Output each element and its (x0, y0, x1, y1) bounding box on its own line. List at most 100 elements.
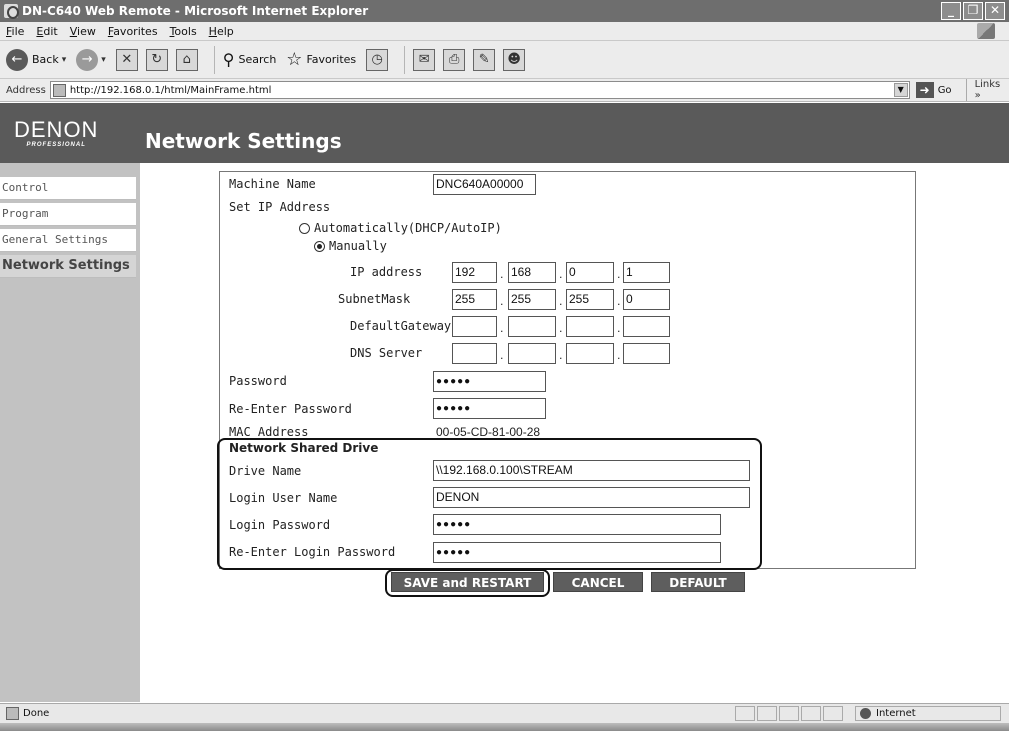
minimize-button[interactable]: _ (941, 2, 961, 20)
toolbar-separator (213, 45, 215, 74)
dns-octet-2[interactable] (508, 343, 556, 364)
default-button[interactable]: DEFAULT (651, 572, 745, 592)
go-arrow-icon: ➜ (915, 82, 934, 98)
dns-octet-1[interactable] (452, 343, 497, 364)
logo-subtext: PROFESSIONAL (26, 142, 86, 148)
ip-octet-2[interactable]: 168 (508, 262, 556, 283)
close-button[interactable]: ✕ (985, 2, 1005, 20)
manual-label: Manually (329, 239, 387, 253)
search-button[interactable]: ⚲ Search (223, 46, 277, 74)
gateway-octet-3[interactable] (566, 316, 614, 337)
set-ip-label: Set IP Address (229, 200, 331, 214)
go-button[interactable]: ➜ Go (915, 82, 952, 98)
status-cell (757, 706, 777, 721)
menu-view[interactable]: View (70, 25, 96, 38)
globe-icon (860, 708, 871, 719)
back-button[interactable]: ← Back ▾ (6, 46, 66, 74)
favorites-button[interactable]: ☆ Favorites (286, 46, 356, 74)
reenter-login-password-label: Re-Enter Login Password (229, 545, 396, 559)
back-arrow-icon: ← (6, 48, 28, 71)
dns-server-label: DNS Server (350, 346, 423, 360)
reenter-login-password-input[interactable]: ●●●●● (433, 542, 721, 563)
status-cell (735, 706, 755, 721)
status-cell (823, 706, 843, 721)
gateway-octet-2[interactable] (508, 316, 556, 337)
home-icon[interactable]: ⌂ (175, 48, 198, 71)
login-user-label: Login User Name (229, 491, 338, 505)
login-password-label: Login Password (229, 518, 331, 532)
dhcp-radio[interactable] (299, 223, 310, 234)
toolbar: ← Back ▾ → ▾ ✕ ↻ ⌂ ⚲ Search ☆ Favorites … (0, 41, 1009, 79)
ie-icon (4, 4, 19, 19)
windows-logo-icon (977, 23, 995, 39)
page-header: DENON PROFESSIONAL Network Settings (0, 103, 1009, 163)
star-icon: ☆ (286, 49, 303, 70)
status-text: Done (23, 708, 50, 719)
ip-octet-1[interactable]: 192 (452, 262, 497, 283)
login-user-input[interactable]: DENON (433, 487, 750, 508)
subnet-octet-4[interactable]: 0 (623, 289, 670, 310)
subnet-mask-label: SubnetMask (338, 292, 411, 306)
chevron-down-icon: ▾ (61, 54, 67, 65)
search-icon: ⚲ (222, 50, 235, 69)
back-label: Back (32, 53, 59, 66)
drive-name-label: Drive Name (229, 464, 302, 478)
gateway-octet-1[interactable] (452, 316, 497, 337)
history-icon[interactable]: ◷ (366, 48, 389, 71)
status-cells (735, 706, 845, 721)
sidebar: Control Program General Settings Network… (0, 163, 140, 702)
denon-logo: DENON PROFESSIONAL (14, 119, 98, 149)
sidebar-item-control[interactable]: Control (0, 177, 136, 200)
links-button[interactable]: Links » (965, 79, 1009, 101)
window-title: DN-C640 Web Remote - Microsoft Internet … (22, 4, 369, 18)
menu-tools[interactable]: Tools (170, 25, 197, 38)
chevron-down-icon[interactable]: ▼ (893, 83, 908, 97)
sidebar-item-network-settings[interactable]: Network Settings (0, 255, 136, 278)
print-icon[interactable]: ⎙ (443, 48, 466, 71)
sidebar-item-general-settings[interactable]: General Settings (0, 229, 136, 252)
menu-edit[interactable]: Edit (36, 25, 57, 38)
menu-file[interactable]: File (6, 25, 24, 38)
password-label: Password (229, 374, 287, 388)
stop-icon[interactable]: ✕ (115, 48, 138, 71)
manual-radio[interactable] (314, 241, 325, 252)
subnet-octet-3[interactable]: 255 (566, 289, 614, 310)
shared-drive-heading: Network Shared Drive (229, 441, 379, 455)
login-password-input[interactable]: ●●●●● (433, 514, 721, 535)
mail-icon[interactable]: ✉ (413, 48, 436, 71)
ip-octet-4[interactable]: 1 (623, 262, 670, 283)
reenter-password-label: Re-Enter Password (229, 402, 352, 416)
status-cell (801, 706, 821, 721)
go-label: Go (937, 84, 952, 96)
menu-help[interactable]: Help (209, 25, 234, 38)
toolbar-separator (404, 45, 406, 74)
ip-octet-3[interactable]: 0 (566, 262, 614, 283)
restore-button[interactable]: ❐ (963, 2, 983, 20)
dns-octet-3[interactable] (566, 343, 614, 364)
address-bar: Address http://192.168.0.1/html/MainFram… (0, 79, 1009, 102)
gateway-octet-4[interactable] (623, 316, 670, 337)
status-cell (779, 706, 799, 721)
refresh-icon[interactable]: ↻ (145, 48, 168, 71)
favorites-label: Favorites (306, 53, 357, 66)
menu-favorites[interactable]: Favorites (108, 25, 158, 38)
forward-button[interactable]: → ▾ (76, 46, 106, 74)
cancel-button[interactable]: CANCEL (553, 572, 643, 592)
messenger-icon[interactable]: ☻ (503, 48, 526, 71)
zone-label: Internet (876, 708, 916, 719)
drive-name-input[interactable]: \\192.168.0.100\STREAM (433, 460, 750, 481)
machine-name-input[interactable]: DNC640A00000 (433, 174, 536, 195)
dns-octet-4[interactable] (623, 343, 670, 364)
links-label: Links (974, 79, 1001, 90)
sidebar-item-program[interactable]: Program (0, 203, 136, 226)
search-label: Search (238, 53, 277, 66)
dhcp-label: Automatically(DHCP/AutoIP) (314, 221, 502, 235)
save-and-restart-button[interactable]: SAVE and RESTART (391, 572, 544, 592)
subnet-octet-1[interactable]: 255 (452, 289, 497, 310)
page-icon (52, 83, 66, 97)
edit-icon[interactable]: ✎ (473, 48, 496, 71)
reenter-password-input[interactable]: ●●●●● (433, 398, 546, 419)
subnet-octet-2[interactable]: 255 (508, 289, 556, 310)
password-input[interactable]: ●●●●● (433, 371, 546, 392)
address-input[interactable]: http://192.168.0.1/html/MainFrame.html ▼ (49, 81, 910, 99)
